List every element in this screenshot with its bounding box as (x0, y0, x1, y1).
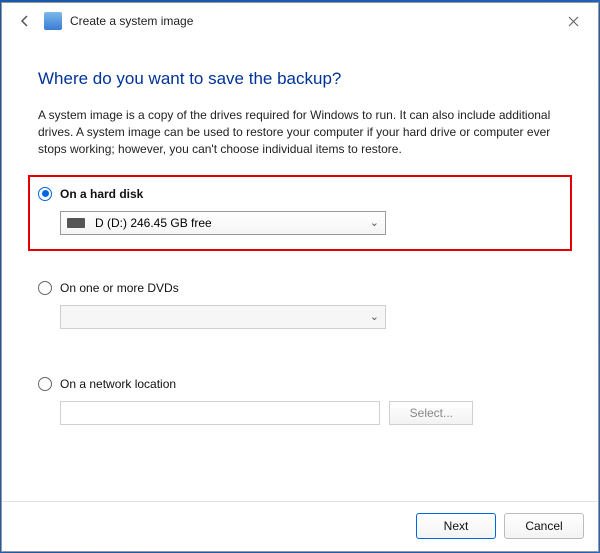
close-button[interactable] (558, 9, 588, 35)
back-button[interactable] (16, 12, 34, 30)
hard-disk-selected: D (D:) 246.45 GB free (95, 216, 212, 230)
hard-disk-dropdown[interactable]: D (D:) 246.45 GB free ⌄ (60, 211, 386, 235)
dialog-window: Create a system image Where do you want … (1, 2, 599, 552)
radio-dvd[interactable] (38, 281, 52, 295)
network-select-button: Select... (389, 401, 473, 425)
cancel-button[interactable]: Cancel (504, 513, 584, 539)
window-title: Create a system image (70, 14, 193, 28)
chevron-down-icon: ⌄ (370, 310, 379, 323)
option-hard-disk-label[interactable]: On a hard disk (60, 187, 143, 201)
content-area: Where do you want to save the backup? A … (2, 39, 598, 501)
option-hard-disk[interactable]: On a hard disk (38, 187, 562, 201)
option-dvd[interactable]: On one or more DVDs (38, 281, 562, 295)
app-icon (44, 12, 62, 30)
option-network-label[interactable]: On a network location (60, 377, 176, 391)
radio-hard-disk[interactable] (38, 187, 52, 201)
next-button[interactable]: Next (416, 513, 496, 539)
radio-network[interactable] (38, 377, 52, 391)
dvd-dropdown: ⌄ (60, 305, 386, 329)
disk-icon (67, 218, 85, 228)
option-network-group: On a network location Select... (38, 371, 562, 431)
option-dvd-label[interactable]: On one or more DVDs (60, 281, 179, 295)
network-path-input (60, 401, 380, 425)
highlight-annotation: On a hard disk D (D:) 246.45 GB free ⌄ (28, 175, 572, 251)
option-dvd-group: On one or more DVDs ⌄ (38, 275, 562, 335)
page-heading: Where do you want to save the backup? (38, 69, 562, 89)
description-text: A system image is a copy of the drives r… (38, 107, 562, 159)
chevron-down-icon: ⌄ (370, 216, 379, 229)
footer: Next Cancel (2, 501, 598, 551)
option-network[interactable]: On a network location (38, 377, 562, 391)
titlebar: Create a system image (2, 3, 598, 39)
